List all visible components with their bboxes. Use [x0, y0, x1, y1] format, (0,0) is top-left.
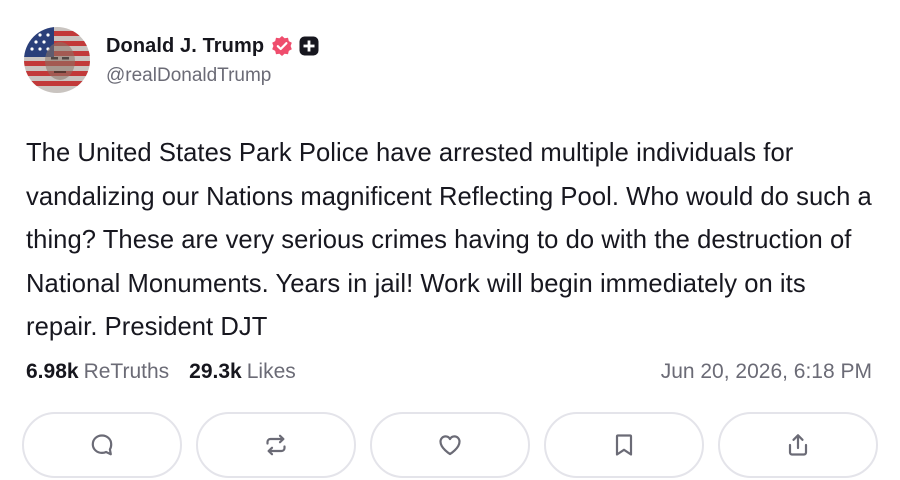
bookmark-icon [615, 434, 633, 456]
post-stats: 6.98k ReTruths 29.3k Likes Jun 20, 2026,… [26, 356, 872, 388]
truth-post: Donald J. Trump @realDonaldTrump The Uni… [0, 0, 900, 480]
retruths-label[interactable]: ReTruths [84, 360, 170, 384]
avatar[interactable] [24, 27, 90, 93]
like-button[interactable] [370, 412, 530, 478]
retruths-count[interactable]: 6.98k [26, 360, 79, 384]
share-button[interactable] [718, 412, 878, 478]
bookmark-button[interactable] [544, 412, 704, 478]
author-info: Donald J. Trump @realDonaldTrump [106, 33, 319, 87]
truth-plus-icon [299, 36, 319, 56]
post-header: Donald J. Trump @realDonaldTrump [24, 26, 319, 94]
like-icon [439, 435, 461, 456]
display-name[interactable]: Donald J. Trump [106, 35, 264, 58]
reply-icon [91, 434, 113, 456]
verified-badge-icon [271, 35, 293, 57]
reply-button[interactable] [22, 412, 182, 478]
share-icon [788, 434, 808, 456]
retruth-button[interactable] [196, 412, 356, 478]
post-timestamp[interactable]: Jun 20, 2026, 6:18 PM [661, 360, 872, 384]
likes-count[interactable]: 29.3k [189, 360, 242, 384]
action-bar [22, 412, 878, 478]
author-handle[interactable]: @realDonaldTrump [106, 65, 319, 87]
retruth-icon [266, 434, 286, 456]
post-body-text: The United States Park Police have arres… [26, 139, 872, 342]
name-row: Donald J. Trump [106, 33, 319, 59]
likes-label[interactable]: Likes [247, 360, 296, 384]
